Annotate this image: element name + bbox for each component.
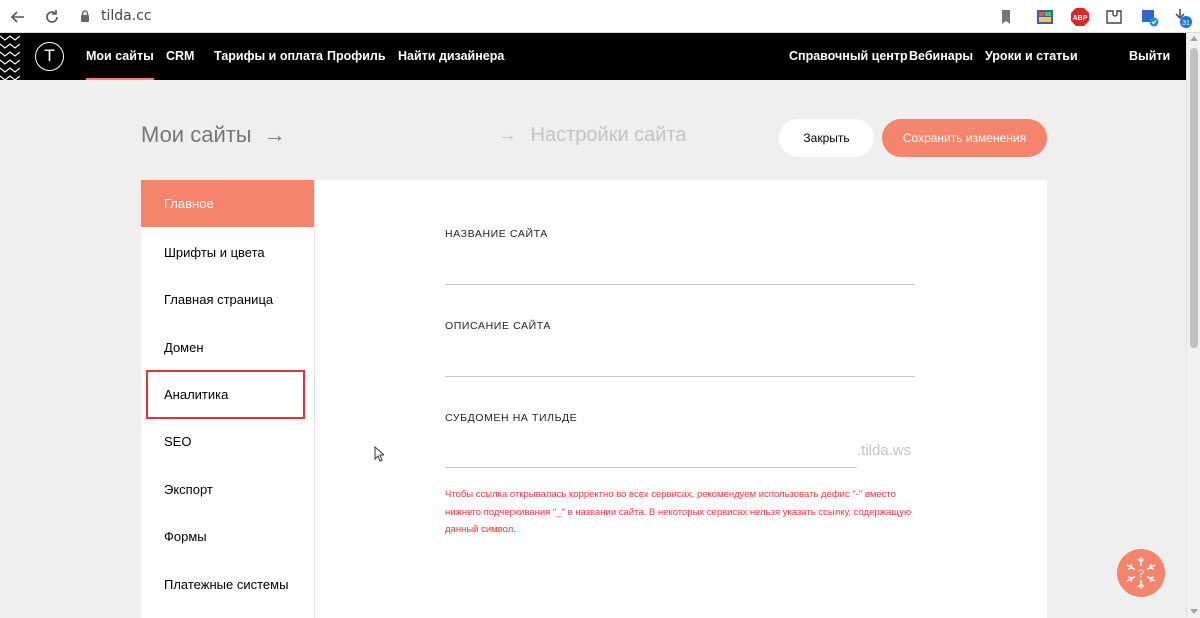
site-name-input[interactable] (445, 284, 915, 285)
sidebar-item-fonts-colors[interactable]: Шрифты и цвета (141, 229, 314, 276)
nav-crm[interactable]: CRM (166, 49, 194, 63)
nav-find-designer[interactable]: Найти дизайнера (398, 49, 504, 63)
svg-text:?: ? (1138, 568, 1144, 580)
back-icon[interactable] (9, 8, 27, 26)
sidebar-item-forms[interactable]: Формы (141, 513, 314, 560)
site-description-input[interactable] (445, 376, 915, 377)
scroll-thumb[interactable] (1190, 48, 1198, 348)
nav-help-center[interactable]: Справочный центр (789, 49, 908, 63)
mouse-cursor-icon (374, 446, 384, 462)
sidebar-item-export[interactable]: Экспорт (141, 466, 314, 513)
extension-icon[interactable] (1035, 7, 1055, 27)
top-navigation: T Мои сайты CRM Тарифы и оплата Профиль … (0, 33, 1186, 80)
save-changes-button[interactable]: Сохранить изменения (882, 119, 1047, 157)
breadcrumb: → Настройки сайта (497, 124, 687, 147)
scroll-up-arrow-icon[interactable] (1190, 36, 1198, 41)
extension-badge-icon[interactable] (1140, 7, 1160, 27)
subdomain-suffix: .tilda.ws (857, 442, 912, 459)
help-snowflake-icon[interactable]: ? (1117, 549, 1165, 597)
site-name-label: НАЗВАНИЕ САЙТА (445, 228, 548, 240)
arrow-right-icon: → (497, 124, 517, 146)
svg-text:31: 31 (1182, 20, 1190, 27)
close-button[interactable]: Закрыть (779, 119, 874, 157)
analytics-highlight-box (146, 370, 305, 419)
puzzle-icon[interactable] (1104, 7, 1124, 27)
download-icon[interactable]: 31 (1172, 7, 1192, 28)
sidebar-item-home-page[interactable]: Главная страница (141, 276, 314, 323)
nav-webinars[interactable]: Вебинары (909, 49, 973, 63)
page-title-text: Мои сайты (141, 122, 252, 147)
address-bar[interactable]: tilda.cc (101, 8, 152, 24)
arrow-right-icon: → (263, 122, 286, 147)
zigzag-pattern (0, 35, 20, 80)
bookmark-icon[interactable] (996, 7, 1016, 27)
scroll-down-arrow-icon[interactable] (1190, 609, 1198, 614)
nav-my-sites[interactable]: Мои сайты (86, 49, 154, 80)
adblock-icon[interactable]: ABP (1070, 7, 1090, 27)
sidebar-item-seo[interactable]: SEO (141, 418, 314, 465)
sidebar-item-payments[interactable]: Платежные системы (141, 561, 314, 608)
subdomain-label: СУБДОМЕН НА ТИЛЬДЕ (445, 412, 578, 424)
browser-toolbar: tilda.cc ABP 31 (0, 0, 1200, 33)
sidebar-item-main[interactable]: Главное (141, 180, 314, 227)
page-title[interactable]: Мои сайты → (141, 122, 286, 148)
svg-text:ABP: ABP (1073, 15, 1088, 22)
sidebar-item-domain[interactable]: Домен (141, 324, 314, 371)
site-description-label: ОПИСАНИЕ САЙТА (445, 320, 552, 332)
nav-profile[interactable]: Профиль (327, 49, 386, 63)
settings-panel (314, 180, 1047, 618)
nav-pricing[interactable]: Тарифы и оплата (214, 49, 323, 63)
reload-icon[interactable] (43, 8, 61, 26)
nav-logout[interactable]: Выйти (1129, 49, 1170, 63)
breadcrumb-current: Настройки сайта (530, 124, 687, 146)
subdomain-hint: Чтобы ссылка открывалась корректно во вс… (445, 489, 912, 535)
subdomain-input[interactable] (445, 467, 857, 468)
nav-lessons[interactable]: Уроки и статьи (985, 49, 1078, 63)
page-scrollbar[interactable] (1186, 33, 1200, 618)
lock-icon[interactable] (78, 9, 92, 23)
tilda-logo[interactable]: T (35, 42, 64, 71)
